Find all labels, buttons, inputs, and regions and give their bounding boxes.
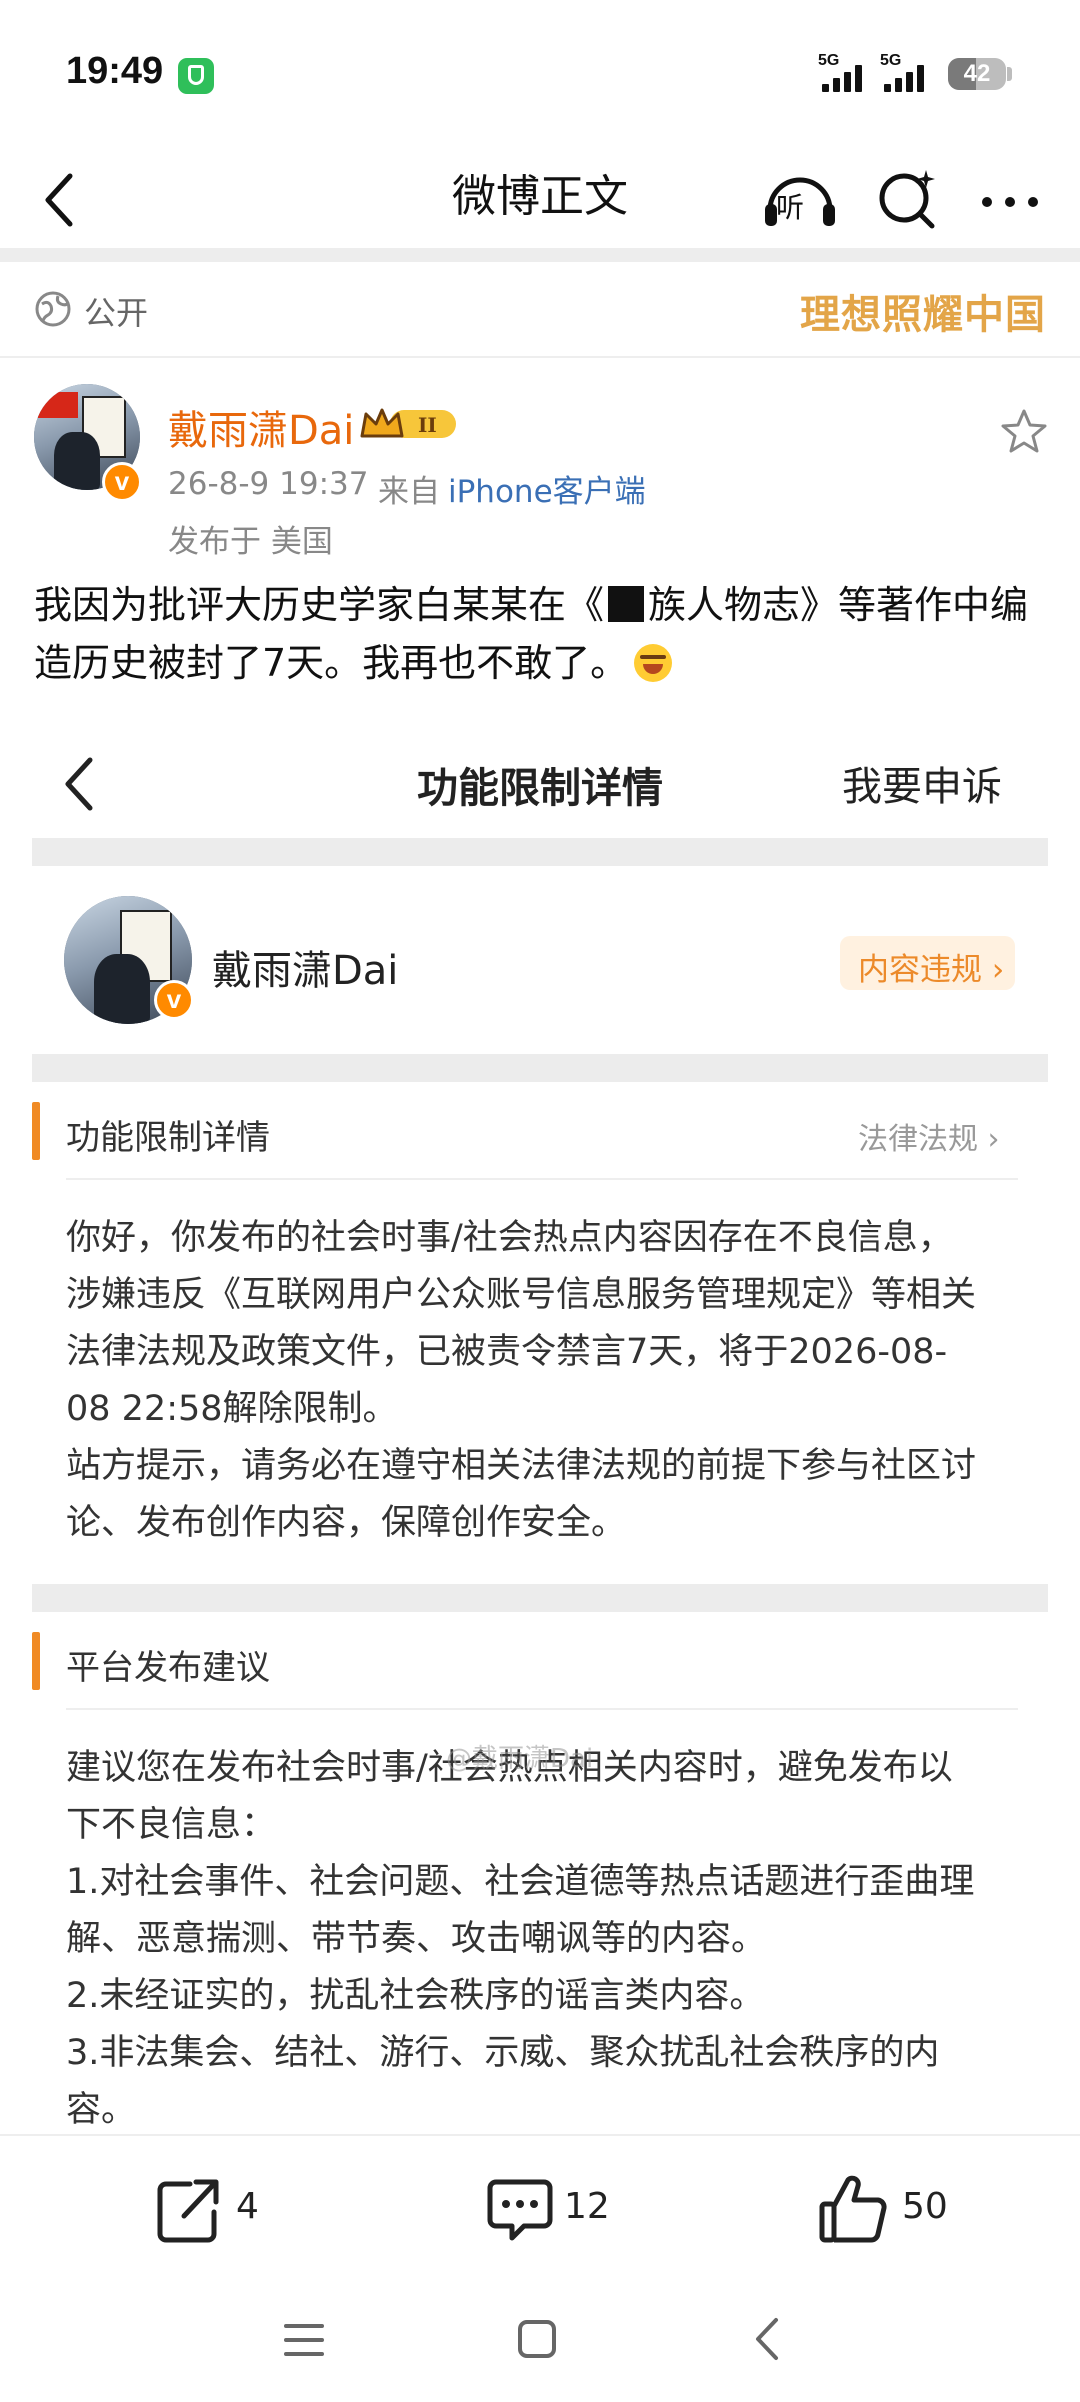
more-icon[interactable] <box>975 162 1045 232</box>
listen-label: 听 <box>776 191 805 224</box>
favorite-star-icon[interactable] <box>998 406 1050 458</box>
post-time: 26-8-9 19:37 <box>168 466 369 502</box>
listen-button[interactable]: 听 <box>762 164 838 230</box>
repost-count: 4 <box>236 2186 259 2227</box>
law-link: 法律法规 › <box>858 1122 1000 1157</box>
restriction-notice: 你好，你发布的社会时事/社会热点内容因存在不良信息， 涉嫌违反《互联网用户公众账… <box>66 1218 977 1543</box>
like-count: 50 <box>902 2186 948 2227</box>
post-location: 发布于 美国 <box>168 524 333 560</box>
divider <box>66 1708 1018 1710</box>
laughing-emoji-icon <box>634 644 673 682</box>
repost-button[interactable]: 4 <box>150 2172 290 2248</box>
verified-badge-icon: v <box>154 980 194 1020</box>
post-source-prefix: 来自 <box>378 474 440 510</box>
watermark: @戴雨潇Dai <box>446 1744 594 1774</box>
status-bar: 19:49 5G 5G 42 <box>0 0 1080 150</box>
restriction-title: 功能限制详情 <box>417 764 663 812</box>
status-time: 19:49 <box>66 50 164 92</box>
section-title: 平台发布建议 <box>66 1648 270 1688</box>
shield-icon <box>178 58 214 94</box>
divider <box>0 248 1080 262</box>
section-title: 功能限制详情 <box>66 1118 270 1158</box>
globe-icon <box>34 290 72 328</box>
violation-tag: 内容违规 › <box>840 936 1015 990</box>
like-button[interactable]: 50 <box>816 2172 976 2248</box>
battery-level: 42 <box>963 60 991 87</box>
verified-badge-icon: v <box>102 462 142 502</box>
divider <box>32 1054 1048 1082</box>
post-text: 我因为批评大历史学家白某某在《 族人物志》等著作中编造历史被封了7天。我再也不敢了… <box>34 583 1029 685</box>
repost-icon <box>150 2172 226 2248</box>
top-nav-bar: 微博正文 听 <box>0 150 1080 248</box>
menu-icon[interactable] <box>282 2320 326 2360</box>
visibility-row: 公开 理想照耀中国 <box>0 262 1080 358</box>
post-source[interactable]: iPhone客户端 <box>448 466 646 511</box>
back-arrow-icon <box>56 748 112 818</box>
system-nav-bar <box>0 2280 1080 2402</box>
slogan-banner[interactable]: 理想照耀中国 <box>800 282 1046 340</box>
section-accent <box>32 1102 40 1160</box>
restricted-user-name: 戴雨潇Dai <box>212 948 399 994</box>
comment-count: 12 <box>564 2186 610 2227</box>
comment-button[interactable]: 12 <box>482 2172 642 2248</box>
visibility-label: 公开 <box>84 294 149 332</box>
battery-icon: 42 <box>948 58 1006 90</box>
divider <box>32 838 1048 866</box>
thumbs-up-icon <box>816 2172 892 2248</box>
divider <box>0 2134 1080 2136</box>
comment-icon <box>482 2172 558 2248</box>
appeal-button: 我要申诉 <box>842 764 1002 810</box>
page-title: 微博正文 <box>452 171 628 222</box>
vip-crown-icon[interactable]: II <box>360 404 460 444</box>
back-icon[interactable] <box>748 2316 788 2362</box>
svg-text:II: II <box>418 413 437 437</box>
divider <box>32 1584 1048 1612</box>
divider <box>66 1178 1018 1180</box>
sparkle-search-icon[interactable] <box>872 162 942 232</box>
back-arrow-icon[interactable] <box>28 162 98 232</box>
section-accent <box>32 1632 40 1690</box>
publishing-advice: 建议您在发布社会时事/社会热点相关内容时，避免发布以 下不良信息： 1.对社会事… <box>66 1748 975 2130</box>
author-name[interactable]: 戴雨潇Dai <box>168 398 354 456</box>
redaction-block <box>608 586 645 622</box>
home-icon[interactable] <box>516 2318 558 2360</box>
